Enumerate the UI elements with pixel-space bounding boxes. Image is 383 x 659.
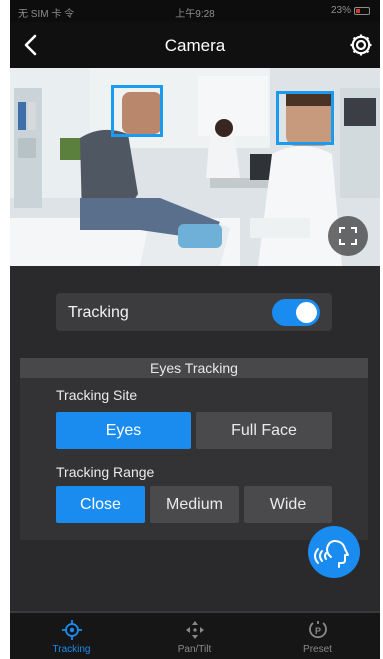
tab-preset-label: Preset: [303, 644, 332, 655]
tracking-label: Tracking: [68, 304, 129, 321]
eyes-tracking-card: Eyes Tracking Tracking Site Eyes Full Fa…: [20, 358, 368, 540]
app-screen: 无 SIM 卡 令 上午9:28 23% Camera Tracking Eye…: [10, 0, 380, 659]
page-title: Camera: [164, 36, 226, 55]
eyes-tracking-title: Eyes Tracking: [20, 358, 368, 378]
tab-tracking-label: Tracking: [52, 644, 91, 655]
gear-icon: [350, 34, 372, 56]
voice-command-button[interactable]: [308, 526, 360, 578]
tracking-toggle-row: Tracking: [56, 293, 332, 331]
tab-pan-tilt[interactable]: Pan/Tilt: [133, 613, 256, 659]
eyes-option-button[interactable]: Eyes: [56, 412, 191, 449]
tracking-range-label: Tracking Range: [56, 464, 155, 480]
tracking-toggle[interactable]: [272, 299, 320, 326]
settings-button[interactable]: [346, 30, 376, 60]
battery-percent: 23%: [330, 5, 351, 16]
full-face-option-button[interactable]: Full Face: [196, 412, 332, 449]
camera-preview[interactable]: [10, 68, 380, 266]
voice-command-icon: [314, 540, 349, 568]
wide-range-button[interactable]: Wide: [244, 486, 332, 523]
bottom-tab-bar: Tracking Pan/Tilt P Preset: [10, 611, 380, 659]
tracking-controls-panel: Tracking Eyes Tracking Tracking Site Eye…: [10, 266, 380, 611]
battery-icon: [354, 6, 370, 15]
fullscreen-icon: [339, 227, 357, 245]
fullscreen-button[interactable]: [328, 216, 368, 256]
nav-header: Camera: [10, 22, 380, 68]
preset-p-icon: P: [308, 621, 327, 639]
tab-pan-tilt-label: Pan/Tilt: [177, 644, 212, 655]
toggle-knob: [296, 302, 317, 323]
tab-preset[interactable]: P Preset: [256, 613, 379, 659]
svg-text:P: P: [314, 626, 320, 636]
target-icon: [61, 620, 82, 640]
tab-tracking[interactable]: Tracking: [10, 613, 133, 659]
tracking-site-label: Tracking Site: [56, 387, 138, 403]
battery-status: 23%: [331, 5, 370, 16]
move-arrows-icon: [185, 621, 204, 639]
close-range-button[interactable]: Close: [56, 486, 145, 523]
face-detection-box: [276, 91, 334, 145]
status-bar: 无 SIM 卡 令 上午9:28 23%: [10, 0, 380, 22]
clock-text: 上午9:28: [175, 9, 215, 20]
face-detection-box: [111, 85, 163, 137]
medium-range-button[interactable]: Medium: [150, 486, 239, 523]
